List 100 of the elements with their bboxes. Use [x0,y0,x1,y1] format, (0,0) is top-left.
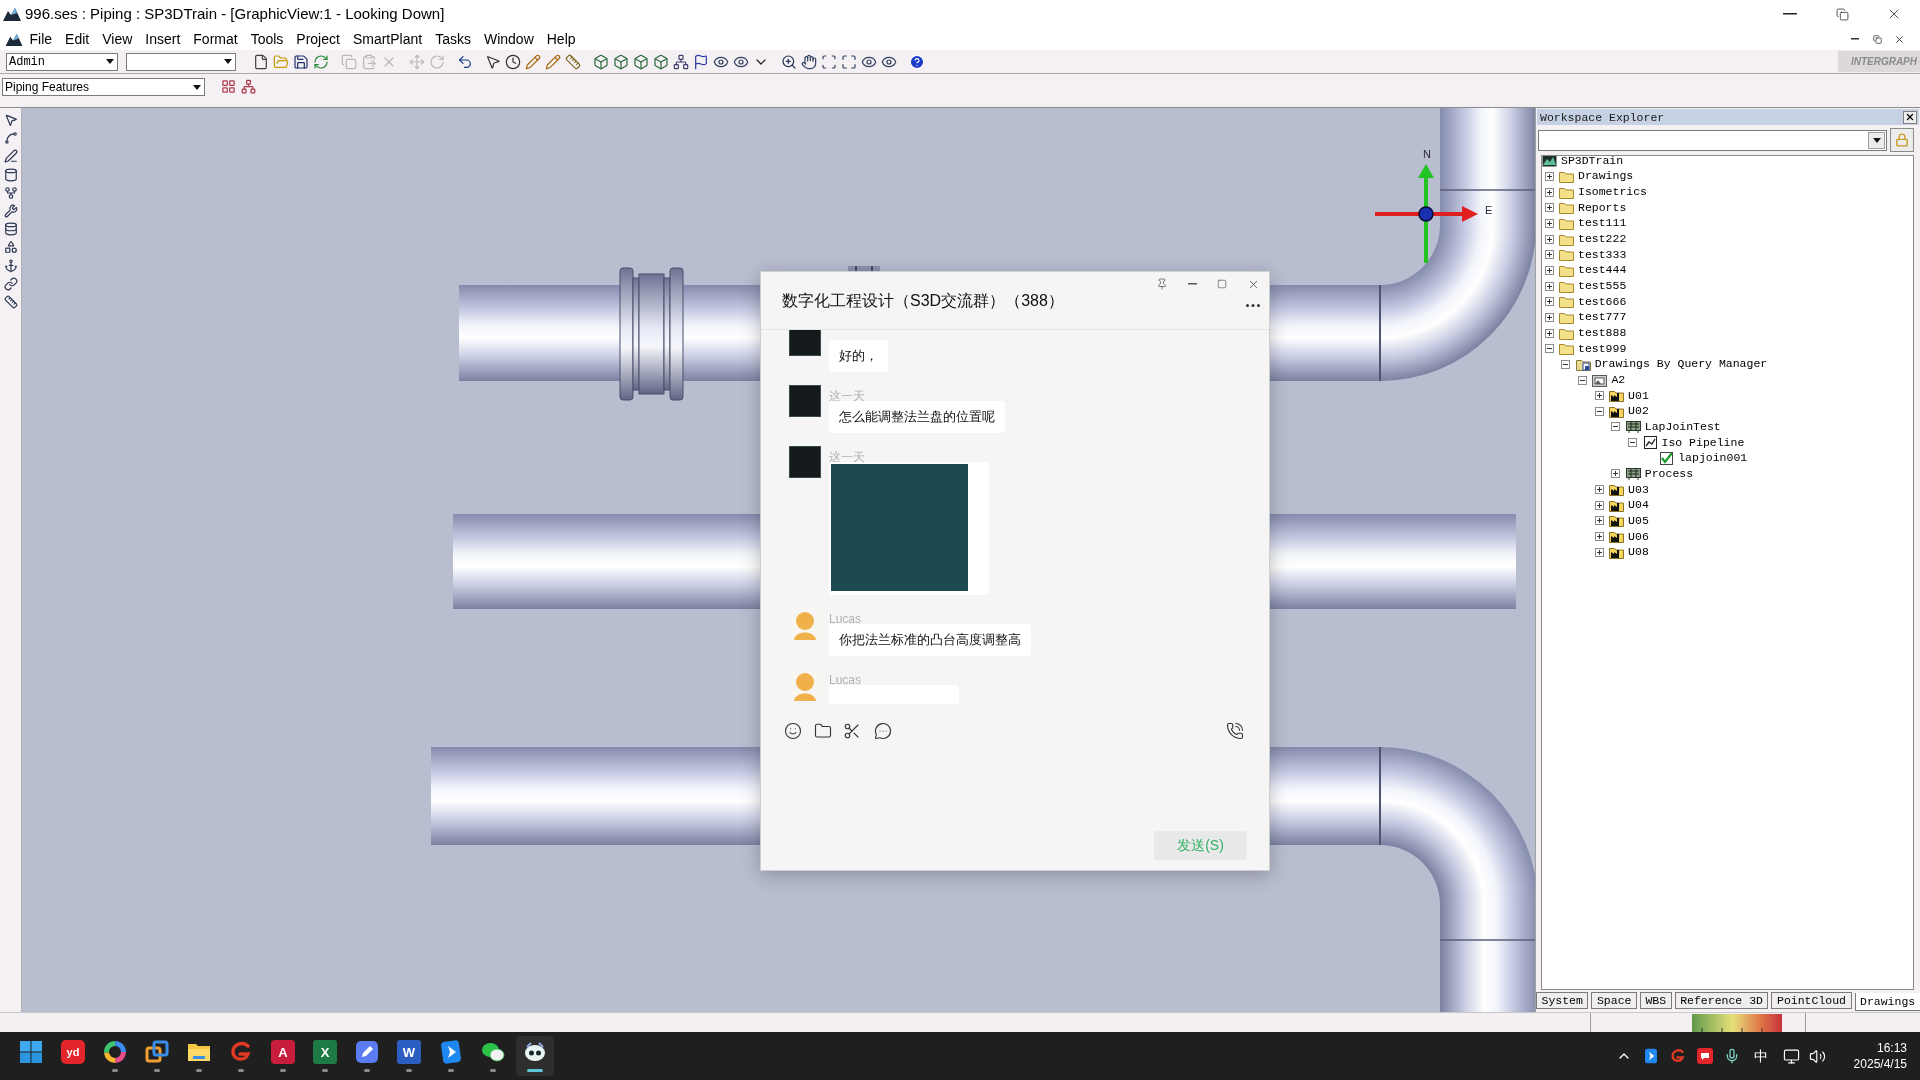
menu-item[interactable]: View [95,30,139,48]
ruler-icon[interactable] [3,294,18,309]
clock-date[interactable]: 2025/4/15 [1853,1056,1907,1072]
collapse-icon[interactable] [1577,375,1587,385]
stack-icon[interactable] [3,222,18,237]
shapes-icon[interactable] [3,240,18,255]
expand-icon[interactable] [1544,312,1554,322]
collapse-icon[interactable] [1628,438,1637,448]
cube-icon[interactable] [653,53,669,70]
collapse-icon[interactable] [1611,422,1621,432]
clock-time[interactable]: 16:13 [1876,1040,1907,1056]
expand-icon[interactable] [1594,485,1604,495]
wrench-icon[interactable] [3,203,18,218]
volume-icon[interactable] [1808,1047,1826,1065]
ruler-icon[interactable] [565,53,581,70]
folder-icon[interactable] [814,722,832,740]
tab[interactable]: Drawings [1854,993,1920,1011]
menu-item[interactable]: Tools [244,30,290,48]
tree-item[interactable]: U04 [1628,498,1649,513]
taskbar-app-button[interactable]: yd [54,1036,92,1076]
tree-item[interactable]: U08 [1628,545,1649,560]
expand-icon[interactable] [1611,469,1621,479]
menu-item[interactable]: Edit [58,30,96,48]
expand-icon[interactable] [1544,203,1554,213]
expand-icon[interactable] [1594,500,1604,510]
tree-item[interactable]: U05 [1628,513,1649,528]
menu-item[interactable]: Window [477,30,541,48]
monitor-icon[interactable] [1782,1047,1800,1065]
tree-item[interactable]: U01 [1628,388,1649,403]
tab[interactable]: System [1536,992,1589,1009]
expand-icon[interactable] [1544,234,1554,244]
cube-icon[interactable] [593,53,609,70]
tree-item[interactable]: A2 [1611,373,1626,387]
link-icon[interactable] [3,276,18,291]
taskbar-app-button[interactable]: W [390,1036,428,1076]
tree-item[interactable]: U03 [1628,482,1649,497]
network-icon[interactable] [240,79,256,94]
tree-item[interactable]: test222 [1578,232,1627,247]
pointer-icon[interactable] [3,113,18,127]
tree-item[interactable]: test111 [1578,216,1627,231]
expand-icon[interactable] [1544,297,1554,307]
hand-icon[interactable] [801,53,817,70]
speech-tile-icon[interactable] [1696,1048,1713,1064]
grid-icon[interactable] [220,79,236,94]
expand-icon[interactable] [1544,250,1554,260]
expand-icon[interactable] [1594,547,1604,557]
menu-item[interactable]: Insert [138,30,187,48]
tree-item[interactable]: U06 [1628,529,1649,544]
collapse-icon[interactable] [1544,344,1554,354]
anchor-icon[interactable] [3,258,18,273]
refresh-icon[interactable] [313,53,329,70]
expand-icon[interactable] [1544,187,1554,197]
tree-item[interactable]: Isometrics [1578,185,1647,200]
swirl-icon[interactable] [1669,1048,1686,1064]
zoom-icon[interactable] [781,53,797,70]
tree-item[interactable]: lapjoin001 [1678,451,1748,466]
flag-icon[interactable] [693,53,709,70]
page-icon[interactable] [253,53,269,70]
tree-item[interactable]: LapJoinTest [1644,420,1721,434]
tree-item[interactable]: test666 [1578,294,1627,309]
menu-item[interactable]: Help [540,30,583,48]
user-dropdown[interactable]: Admin [6,52,118,71]
pencil-icon[interactable] [545,53,561,70]
tab[interactable]: WBS [1639,992,1672,1009]
menu-item[interactable]: Format [186,30,245,48]
menu-item[interactable]: SmartPlant [346,30,429,48]
cube-icon[interactable] [613,53,629,70]
curve-icon[interactable] [3,131,18,146]
tree-item[interactable]: Reports [1578,200,1627,215]
tab[interactable]: Reference 3D [1674,992,1769,1009]
expand-icon[interactable] [1544,218,1554,228]
clock-icon[interactable] [505,53,521,70]
network-icon[interactable] [673,53,689,70]
undo-icon[interactable] [457,53,473,70]
tree-item[interactable]: test333 [1578,247,1627,262]
tree-item[interactable]: Process [1644,466,1694,481]
arrow-tile-icon[interactable] [1642,1048,1659,1064]
expand-icon[interactable] [1594,516,1604,526]
pen-icon[interactable] [3,149,18,164]
tree-item[interactable]: Drawings [1578,169,1634,184]
pencil-icon[interactable] [525,53,541,70]
tree-item[interactable]: U02 [1628,404,1649,419]
tab[interactable]: Space [1591,992,1637,1009]
tree-item[interactable]: SP3DTrain [1561,156,1624,168]
pointer-icon[interactable] [485,53,501,70]
tree-item[interactable]: test777 [1578,310,1627,325]
help-icon[interactable] [909,53,925,70]
explorer-dropdown[interactable] [1538,129,1887,151]
expand-icon[interactable] [1544,172,1554,181]
expand-icon[interactable] [1594,532,1604,542]
phone-icon[interactable] [1226,722,1244,740]
emoji-icon[interactable] [784,722,802,740]
collapse-icon[interactable] [1561,359,1571,369]
expand-icon[interactable] [1594,391,1604,401]
taskbar-app-button[interactable]: A [264,1036,302,1076]
tree-item[interactable]: Iso Pipeline [1661,435,1745,450]
menu-item[interactable]: Tasks [428,30,478,48]
taskbar-app-button[interactable] [516,1036,554,1076]
expand-icon[interactable] [1544,328,1554,338]
expand-icon[interactable] [1544,281,1554,291]
